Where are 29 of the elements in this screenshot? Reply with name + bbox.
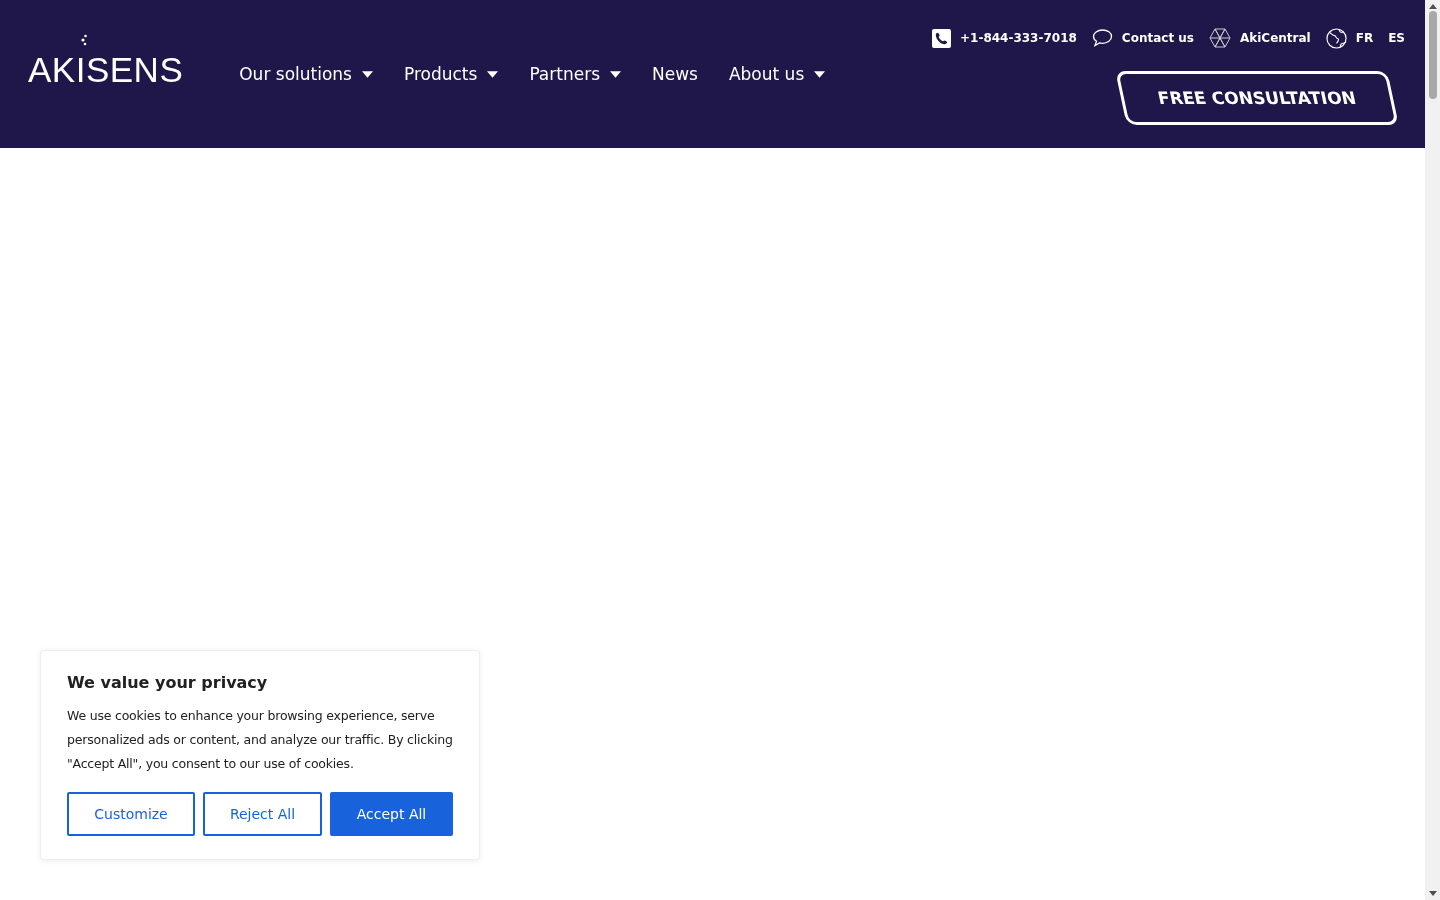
top-link[interactable]: FR: [1325, 27, 1374, 49]
scroll-down-icon[interactable]: [1428, 891, 1437, 896]
hexagon-icon: [1209, 27, 1231, 49]
dialog-text: We use cookies to enhance your browsing experience, serve personalized ads or content, and analyze our traffic. By clicking "Accept All", you consent to our use of cookies.: [67, 707, 453, 773]
nav-link[interactable]: Our solutions: [239, 64, 373, 84]
logo[interactable]: AKISENS: [28, 50, 184, 90]
top-link[interactable]: Contact us: [1091, 29, 1194, 47]
chat-icon: [1091, 29, 1113, 47]
globe-icon: [1325, 27, 1347, 49]
scroll-up-icon[interactable]: [1428, 4, 1437, 9]
caret-icon: [487, 70, 499, 78]
phone-icon: [932, 28, 951, 48]
caret-icon: [814, 70, 826, 78]
scroll-thumb[interactable]: [1428, 11, 1437, 99]
nav-link[interactable]: News: [652, 64, 698, 84]
dialog-title: We value your privacy: [67, 673, 269, 692]
caret-icon: [610, 70, 621, 78]
option-button[interactable]: Reject All: [203, 792, 322, 836]
nav-link[interactable]: Partners: [529, 64, 621, 84]
scrollbar[interactable]: [1425, 0, 1440, 900]
option-button[interactable]: Customize: [67, 792, 195, 836]
top-link[interactable]: ES: [1388, 31, 1405, 45]
top-link[interactable]: +1-844-333-7018: [932, 28, 1077, 48]
nav-link[interactable]: Products: [403, 64, 499, 84]
accept-button[interactable]: Accept All: [330, 792, 453, 836]
top-link[interactable]: AkiCentral: [1209, 27, 1311, 49]
consultation-button[interactable]: FREE CONSULTATION: [1115, 71, 1399, 125]
nav-link[interactable]: About us: [728, 64, 826, 84]
caret-icon: [361, 70, 373, 78]
